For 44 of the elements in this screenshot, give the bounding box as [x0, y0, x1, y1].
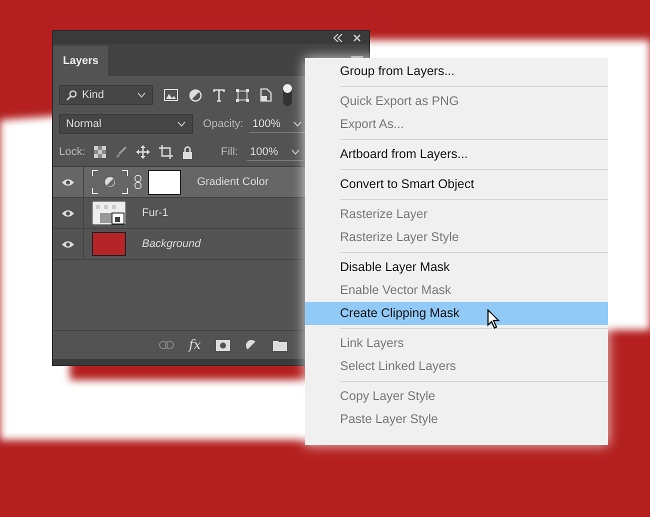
shape-icon[interactable]: [236, 88, 249, 102]
menu-item[interactable]: Group from Layers...: [305, 60, 608, 83]
move-icon[interactable]: [136, 145, 150, 159]
menu-item[interactable]: Create Clipping Mask: [305, 302, 608, 325]
adjustment-thumbnail-icon: [92, 170, 128, 194]
blend-mode-dropdown[interactable]: Normal: [59, 114, 193, 134]
caret-icon: [293, 120, 302, 126]
background-thumbnail: [92, 232, 126, 256]
caret-icon: [291, 148, 300, 154]
caret-icon: [177, 121, 186, 127]
image-icon[interactable]: [164, 89, 178, 101]
layer-name: Fur-1: [142, 207, 168, 219]
eye-icon[interactable]: [61, 178, 75, 186]
smart-object-thumbnail-icon: [92, 201, 126, 225]
eye-icon[interactable]: [61, 240, 75, 248]
close-icon[interactable]: [353, 34, 361, 42]
lock-icon[interactable]: [182, 146, 194, 158]
filter-toggle[interactable]: [283, 84, 292, 106]
document-icon[interactable]: [260, 88, 272, 102]
crop-icon[interactable]: [159, 145, 174, 159]
caret-icon: [137, 92, 146, 98]
layer-name: Gradient Color: [197, 176, 269, 188]
checkerboard-icon[interactable]: [94, 146, 106, 158]
filter-dropdown[interactable]: Kind: [59, 85, 153, 105]
folder-icon[interactable]: [273, 340, 287, 350]
menu-item[interactable]: Artboard from Layers...: [305, 143, 608, 166]
lock-label: Lock:: [59, 146, 86, 158]
layer-name: Background: [142, 238, 201, 250]
collapse-icon[interactable]: [333, 34, 343, 42]
mask-icon[interactable]: [216, 340, 230, 350]
effects-button[interactable]: fx: [188, 338, 201, 352]
search-icon: [66, 90, 77, 100]
fill-field[interactable]: 100%: [247, 144, 303, 160]
pointer-cursor-icon: [487, 309, 500, 329]
layers-tab[interactable]: Layers: [53, 46, 108, 76]
chain-icon[interactable]: [134, 175, 142, 189]
mask-thumbnail: [148, 170, 181, 194]
half-circle-icon[interactable]: [189, 88, 202, 102]
type-icon[interactable]: [213, 88, 225, 102]
eye-icon[interactable]: [61, 208, 75, 218]
half-circle-icon[interactable]: [245, 338, 258, 352]
fill-label: Fill:: [220, 146, 238, 158]
opacity-label: Opacity:: [203, 118, 244, 130]
brush-icon[interactable]: [115, 146, 128, 158]
